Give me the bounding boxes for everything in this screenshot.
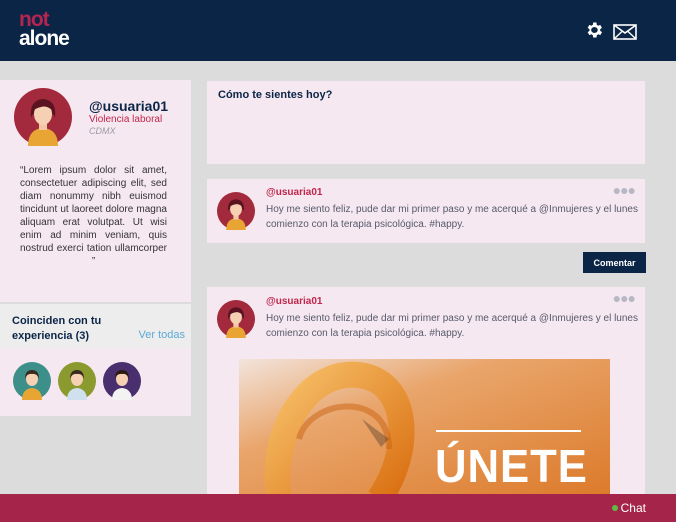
matches-header: Coinciden con tu experiencia (3) Ver tod… bbox=[0, 304, 191, 348]
image-divider bbox=[436, 430, 581, 432]
matches-title: Coinciden con tu experiencia (3) bbox=[12, 315, 102, 342]
post-card: @usuaria01 Hoy me siento feliz, pude dar… bbox=[207, 179, 645, 243]
profile-quote: “Lorem ipsum dolor sit amet, consectetue… bbox=[20, 165, 167, 267]
chat-label: Chat bbox=[620, 501, 646, 515]
gear-icon[interactable] bbox=[584, 20, 604, 45]
post-username[interactable]: @usuaria01 bbox=[266, 296, 322, 307]
logo-line-2: alone bbox=[19, 27, 70, 50]
post-username[interactable]: @usuaria01 bbox=[266, 187, 322, 198]
footer-bar: Chat bbox=[0, 494, 676, 522]
match-avatar[interactable] bbox=[58, 362, 96, 400]
chat-button[interactable]: Chat bbox=[611, 501, 646, 515]
match-avatar[interactable] bbox=[13, 362, 51, 400]
avatar[interactable] bbox=[14, 88, 72, 146]
post-text: Hoy me siento feliz, pude dar mi primer … bbox=[266, 204, 638, 230]
post-composer[interactable]: Cómo te sientes hoy? bbox=[207, 81, 645, 164]
profile-username[interactable]: @usuaria01 bbox=[89, 98, 168, 114]
composer-placeholder: Cómo te sientes hoy? bbox=[218, 89, 333, 101]
matches-card: Coinciden con tu experiencia (3) Ver tod… bbox=[0, 304, 191, 416]
logo[interactable]: not alone bbox=[19, 9, 70, 50]
online-status-icon bbox=[611, 505, 618, 511]
avatar[interactable] bbox=[217, 300, 255, 338]
post-image[interactable]: ÚNETE bbox=[239, 359, 610, 494]
avatar[interactable] bbox=[217, 192, 255, 230]
ellipsis-icon[interactable]: ●●● bbox=[613, 291, 636, 305]
top-bar: not alone bbox=[0, 0, 676, 61]
post-card: @usuaria01 Hoy me siento feliz, pude dar… bbox=[207, 287, 645, 494]
profile-category: Violencia laboral bbox=[89, 114, 163, 125]
see-all-link[interactable]: Ver todas bbox=[139, 329, 185, 341]
comment-button[interactable]: Comentar bbox=[583, 252, 646, 273]
profile-location: CDMX bbox=[89, 126, 116, 136]
envelope-icon[interactable] bbox=[613, 24, 637, 45]
post-text: Hoy me siento feliz, pude dar mi primer … bbox=[266, 313, 638, 339]
match-avatar[interactable] bbox=[103, 362, 141, 400]
profile-card: @usuaria01 Violencia laboral CDMX “Lorem… bbox=[0, 80, 191, 302]
image-headline: ÚNETE bbox=[435, 440, 588, 492]
ellipsis-icon[interactable]: ●●● bbox=[613, 183, 636, 197]
